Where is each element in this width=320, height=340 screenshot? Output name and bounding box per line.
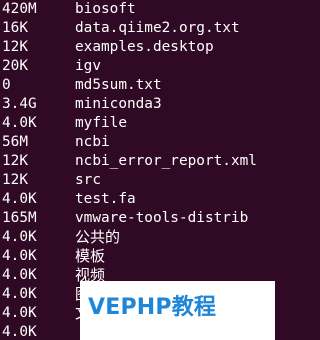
listing-row: 4.0K test.fa [0,190,275,209]
listing-row: 12K ncbi_error_report.xml [0,152,275,171]
file-size: 4.0K [2,267,37,283]
terminal-window: 420M biosoft 16K data.qiime2.org.txt 12K… [0,0,275,340]
file-size: 4.0K [2,191,37,207]
file-name: ncbi [75,134,110,150]
file-name: 模板 [75,247,106,265]
file-size: 4.0K [2,115,37,131]
listing-row: 4.0K 模板 [0,247,275,266]
file-name: src [75,172,101,188]
file-size: 20K [2,58,28,74]
file-name: data.qiime2.org.txt [75,20,240,36]
listing-row: 4.0K myfile [0,114,275,133]
file-name: myfile [75,115,127,131]
file-size: 12K [2,153,28,169]
listing-row: 420M biosoft [0,0,275,19]
listing-row: 12K examples.desktop [0,38,275,57]
file-size: 420M [2,1,37,17]
file-size: 56M [2,134,28,150]
file-size: 12K [2,172,28,188]
file-size: 0 [2,77,11,93]
listing-row: 3.4G miniconda3 [0,95,275,114]
file-name: vmware-tools-distrib [75,210,249,226]
file-size: 4.0K [2,248,37,264]
listing-row: 165M vmware-tools-distrib [0,209,275,228]
file-size: 4.0K [2,324,37,340]
file-name: 公共的 [75,228,121,246]
file-name: igv [75,58,101,74]
listing-row: 0 md5sum.txt [0,76,275,95]
file-size: 3.4G [2,96,37,112]
watermark-overlay: VEPHP教程 [80,281,275,340]
file-size: 4.0K [2,286,37,302]
listing-row: 20K igv [0,57,275,76]
file-size: 165M [2,210,37,226]
file-name: miniconda3 [75,96,162,112]
file-name: test.fa [75,191,136,207]
file-name: biosoft [75,1,136,17]
file-size: 4.0K [2,305,37,321]
file-name: examples.desktop [75,39,214,55]
listing-row: 16K data.qiime2.org.txt [0,19,275,38]
watermark-text: VEPHP教程 [88,295,217,320]
file-name: ncbi_error_report.xml [75,153,257,169]
listing-row: 12K src [0,171,275,190]
file-size: 12K [2,39,28,55]
file-name: md5sum.txt [75,77,162,93]
listing-row: 4.0K 公共的 [0,228,275,247]
file-size: 16K [2,20,28,36]
file-size: 4.0K [2,229,37,245]
listing-row: 56M ncbi [0,133,275,152]
